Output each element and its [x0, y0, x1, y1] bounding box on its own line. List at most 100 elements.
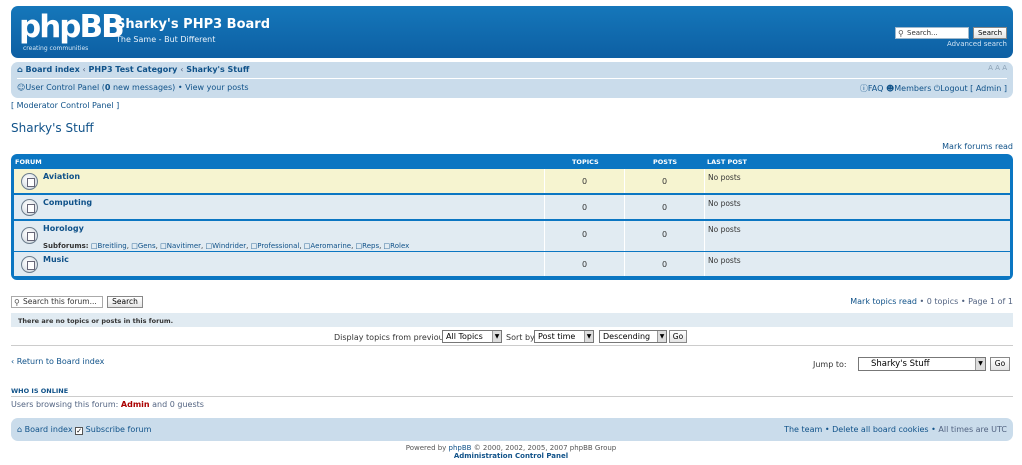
forum-read-icon — [21, 173, 38, 190]
navbar: ⌂ Board index ‹ PHP3 Test Category ‹ Sha… — [11, 62, 1013, 98]
display-topics-label: Display topics from previous: — [334, 333, 451, 342]
ucp-link[interactable]: User Control Panel ( — [25, 83, 104, 92]
subforum-link[interactable]: □Navitimer — [160, 242, 201, 250]
footer-board-index-link[interactable]: Board index — [25, 425, 73, 434]
page-title[interactable]: Sharky's Stuff — [11, 121, 94, 135]
pagination: Mark topics read • 0 topics • Page 1 of … — [850, 297, 1013, 306]
subforum-link[interactable]: □Windrider — [206, 242, 247, 250]
forum-link[interactable]: Aviation — [43, 172, 80, 181]
navbar-divider — [17, 78, 1007, 79]
new-messages-label[interactable]: new messages) — [110, 83, 175, 92]
jump-select[interactable]: Sharky's Stuff ▼ — [858, 357, 986, 371]
forum-link[interactable]: Horology — [43, 224, 84, 233]
header-search-input[interactable]: ⚲ Search... — [895, 27, 969, 39]
faq-icon: ⓘ — [859, 84, 868, 93]
mark-forums-read-link[interactable]: Mark forums read — [942, 142, 1013, 151]
header-topics: TOPICS — [572, 158, 599, 166]
phpbb-link[interactable]: phpBB — [449, 444, 472, 452]
header-posts: POSTS — [653, 158, 678, 166]
last-post: No posts — [704, 169, 1010, 193]
forum-row-aviation[interactable]: Aviation 0 0 No posts — [14, 169, 1010, 193]
sort-by-select[interactable]: Post time ▼ — [534, 330, 594, 343]
moderator-control-panel-link[interactable]: [ Moderator Control Panel ] — [11, 101, 119, 110]
members-link[interactable]: Members — [894, 84, 931, 93]
sort-options: Display topics from previous: All Topics… — [11, 330, 1013, 346]
forum-list-header: FORUM TOPICS POSTS LAST POST — [11, 154, 1013, 168]
breadcrumb-forum[interactable]: Sharky's Stuff — [186, 65, 249, 74]
user-links: ⓘFAQ ☻Members ⏻Logout [ Admin ] — [860, 83, 1007, 94]
site-description: The Same - But Different — [116, 35, 216, 44]
breadcrumb-board-index[interactable]: Board index — [26, 65, 80, 74]
forum-read-icon — [21, 256, 38, 273]
breadcrumb-separator: ‹ — [82, 65, 86, 74]
home-icon: ⌂ — [17, 425, 23, 434]
forum-row-horology[interactable]: Horology Subforums: □Breitling, □Gens, □… — [14, 221, 1010, 251]
delete-cookies-link[interactable]: Delete all board cookies — [832, 425, 929, 434]
subforum-link[interactable]: □Breitling — [91, 242, 127, 250]
search-forum-placeholder: Search this forum... — [23, 297, 97, 306]
sort-order-select[interactable]: Descending ▼ — [599, 330, 667, 343]
forum-link[interactable]: Music — [43, 255, 69, 264]
page-indicator: Page 1 of 1 — [968, 297, 1013, 306]
site-header: phpBB creating communities Sharky's PHP3… — [11, 6, 1013, 58]
team-link[interactable]: The team — [784, 425, 822, 434]
forum-list: FORUM TOPICS POSTS LAST POST Aviation 0 … — [11, 154, 1013, 280]
return-to-index-link[interactable]: ‹ Return to Board index — [11, 357, 104, 366]
forum-subforum-icon — [21, 227, 38, 244]
forum-link[interactable]: Computing — [43, 198, 92, 207]
forum-read-icon — [21, 199, 38, 216]
sort-go-button[interactable]: Go — [669, 330, 687, 343]
header-last-post: LAST POST — [707, 158, 747, 166]
admin-control-panel-link[interactable]: Administration Control Panel — [0, 452, 1022, 460]
copyright: Powered by phpBB © 2000, 2002, 2005, 200… — [405, 444, 617, 452]
font-size-controls[interactable]: A A A — [988, 64, 1007, 72]
topics-count: 0 — [544, 195, 624, 219]
header-search-button[interactable]: Search — [973, 27, 1007, 39]
ucp-links: ☺User Control Panel (0 new messages) • V… — [17, 83, 249, 92]
topics-count: 0 — [544, 169, 624, 193]
advanced-search-link[interactable]: Advanced search — [947, 40, 1007, 48]
timezone-text: All times are UTC — [938, 425, 1007, 434]
last-post: No posts — [704, 221, 1010, 251]
subscribe-checkbox[interactable]: ✓ — [75, 427, 84, 435]
posts-count: 0 — [624, 221, 704, 251]
jump-label: Jump to: — [813, 360, 847, 369]
forum-row-computing[interactable]: Computing 0 0 No posts — [14, 195, 1010, 219]
jump-go-button[interactable]: Go — [990, 357, 1010, 371]
chevron-down-icon: ▼ — [584, 331, 593, 342]
subforum-list: Subforums: □Breitling, □Gens, □Navitimer… — [43, 242, 410, 250]
who-is-online-heading[interactable]: WHO IS ONLINE — [11, 387, 68, 395]
subforum-link[interactable]: □Reps — [356, 242, 380, 250]
subforum-link[interactable]: □Aeromarine — [304, 242, 351, 250]
posts-count: 0 — [624, 195, 704, 219]
topic-count: 0 topics — [926, 297, 959, 306]
chevron-down-icon: ▼ — [975, 358, 985, 370]
display-topics-select[interactable]: All Topics ▼ — [442, 330, 502, 343]
view-posts-link[interactable]: View your posts — [185, 83, 249, 92]
phpbb-logo[interactable]: phpBB creating communities — [19, 9, 125, 53]
header-search-placeholder: Search... — [907, 29, 938, 37]
faq-link[interactable]: FAQ — [868, 84, 884, 93]
online-user-admin[interactable]: Admin — [121, 400, 150, 409]
jump-box: Jump to: Sharky's Stuff ▼ Go — [813, 357, 1013, 371]
topics-count: 0 — [544, 221, 624, 251]
divider — [11, 396, 1013, 397]
breadcrumb-separator: ‹ — [180, 65, 184, 74]
no-topics-notice: There are no topics or posts in this for… — [11, 313, 1013, 327]
search-forum-input[interactable]: ⚲ Search this forum... — [11, 296, 103, 308]
mark-topics-read-link[interactable]: Mark topics read — [850, 297, 917, 306]
subforum-link[interactable]: □Rolex — [384, 242, 410, 250]
subforum-link[interactable]: □Professional — [251, 242, 300, 250]
subforum-link[interactable]: □Gens — [131, 242, 155, 250]
breadcrumb-category[interactable]: PHP3 Test Category — [89, 65, 178, 74]
subforums-label: Subforums: — [43, 242, 89, 250]
logout-link[interactable]: Logout [ Admin ] — [940, 84, 1007, 93]
logo-text: phpBB — [19, 9, 125, 45]
subscribe-forum-link[interactable]: Subscribe forum — [86, 425, 152, 434]
forum-row-music[interactable]: Music 0 0 No posts — [14, 252, 1010, 276]
header-search: ⚲ Search... Search — [895, 27, 1007, 39]
search-icon: ⚲ — [898, 29, 904, 38]
search-forum-button[interactable]: Search — [107, 296, 143, 308]
online-users: Users browsing this forum: Admin and 0 g… — [11, 400, 204, 409]
chevron-down-icon: ▼ — [657, 331, 666, 342]
